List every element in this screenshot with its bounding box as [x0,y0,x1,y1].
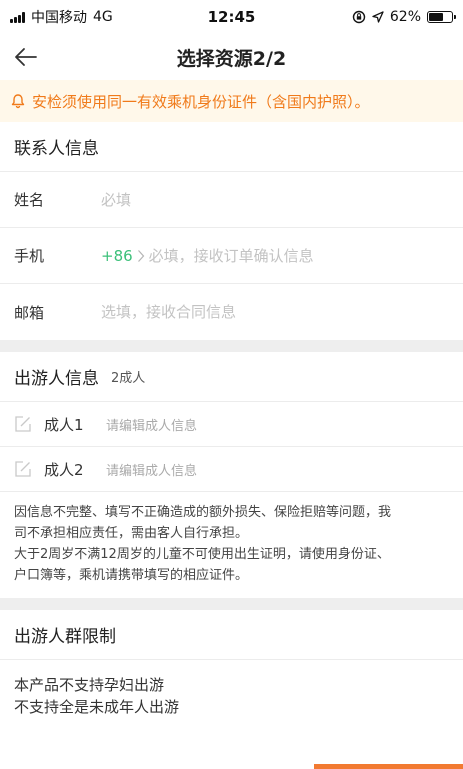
disclaimer-line: 户口簿等，乘机请携带填写的相应证件。 [14,568,249,583]
rotation-lock-icon [352,10,366,24]
chevron-right-icon [137,249,144,262]
disclaimer-line: 司不承担相应责任，需由客人自行承担。 [14,526,249,541]
battery-percent: 62% [389,9,421,25]
restrictions-title: 出游人群限制 [14,627,116,647]
battery-icon [427,11,456,23]
traveler-label: 成人1 [44,415,84,434]
disclaimer-text: 因信息不完整、填写不正确造成的额外损失、保险拒赔等问题，我 司不承担相应责任，需… [0,492,463,598]
traveler-label: 成人2 [44,460,84,479]
email-label: 邮箱 [14,303,45,322]
traveler-count: 2成人 [111,371,146,386]
phone-label: 手机 [14,247,45,265]
contact-form: 姓名 手机 +86 邮箱 [0,172,463,340]
disclaimer-line: 因信息不完整、填写不正确造成的额外损失、保险拒赔等问题，我 [14,505,392,520]
status-right: 62% [352,9,456,25]
edit-icon [15,416,31,432]
network-type: 4G [93,9,113,25]
contact-section-title: 联系人信息 [0,122,463,172]
edit-icon [15,461,31,477]
carrier-name: 中国移动 [31,10,87,26]
restrictions-section-title: 出游人群限制 [0,610,463,660]
restriction-line: 本产品不支持孕妇出游 [14,676,165,694]
arrow-left-icon [15,48,37,66]
name-row: 姓名 [0,172,463,228]
bell-icon [11,94,25,109]
name-input[interactable] [101,190,463,209]
traveler-row-adult-2[interactable]: 成人2 请编辑成人信息 [0,447,463,492]
email-input[interactable] [101,303,463,321]
name-label: 姓名 [14,191,45,209]
disclaimer-line: 大于2周岁不满12周岁的儿童不可使用出生证明，请使用身份证、 [14,547,390,562]
status-time: 12:45 [207,8,256,26]
notice-text: 安检须使用同一有效乘机身份证件（含国内护照）。 [32,92,370,111]
back-button[interactable] [14,43,44,71]
signal-icon [10,11,25,23]
notice-banner: 安检须使用同一有效乘机身份证件（含国内护照）。 [0,80,463,122]
country-code-selector[interactable]: +86 [101,247,145,265]
status-bar: 中国移动 4G 12:45 62% [0,0,463,34]
traveler-hint: 请编辑成人信息 [106,418,198,434]
traveler-list: 成人1 请编辑成人信息 成人2 请编辑成人信息 [0,402,463,492]
restrictions-text: 本产品不支持孕妇出游 不支持全是未成年人出游 [0,660,463,718]
phone-row: 手机 +86 [0,228,463,284]
bottom-action-bar[interactable] [314,764,463,769]
status-left: 中国移动 4G [10,7,113,27]
nav-bar: 选择资源2/2 [0,34,463,80]
travelers-section-title: 出游人信息 2成人 [0,352,463,402]
page-title: 选择资源2/2 [176,47,287,70]
section-divider [0,598,463,610]
location-icon [372,11,384,23]
phone-input[interactable] [148,246,463,265]
country-code: +86 [101,246,133,265]
traveler-row-adult-1[interactable]: 成人1 请编辑成人信息 [0,402,463,447]
travelers-title: 出游人信息 [14,369,99,389]
section-divider [0,340,463,352]
email-row: 邮箱 [0,284,463,340]
restriction-line: 不支持全是未成年人出游 [14,698,180,716]
contact-title: 联系人信息 [14,139,99,159]
traveler-hint: 请编辑成人信息 [106,463,198,479]
